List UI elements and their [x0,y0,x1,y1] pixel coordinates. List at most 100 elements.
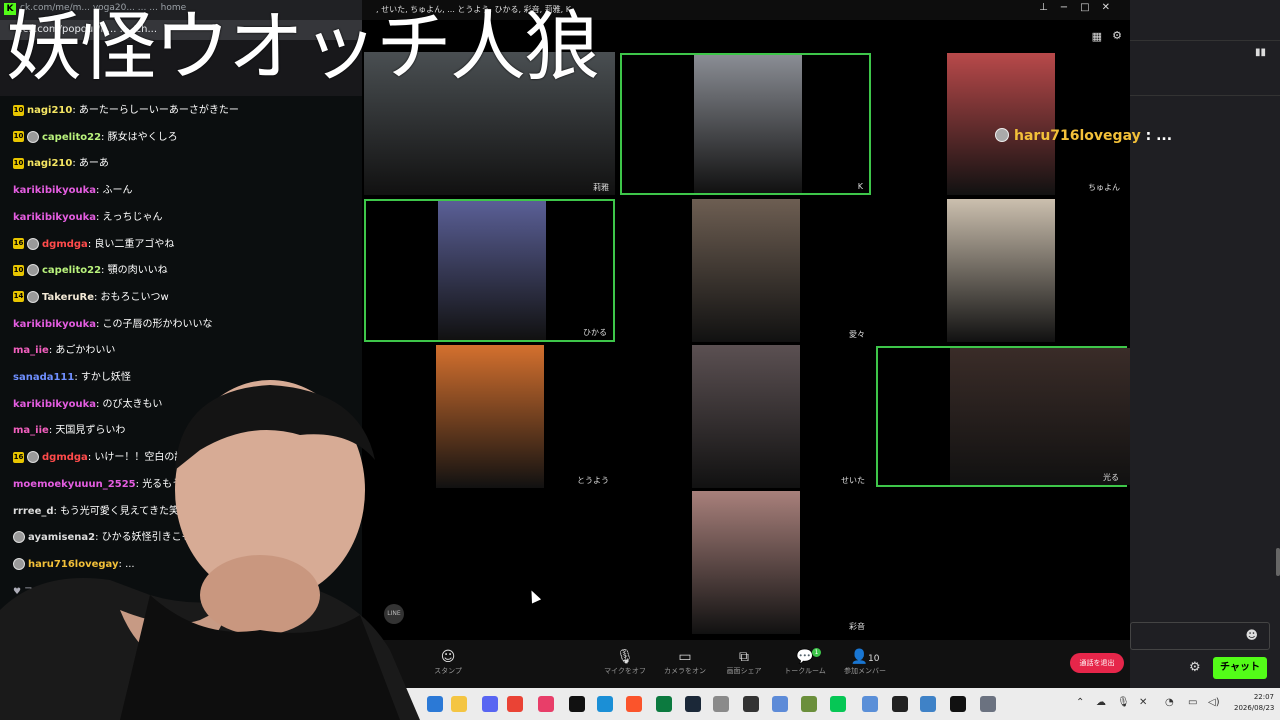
app-icon[interactable] [862,696,878,712]
window-controls[interactable]: ⊥−□✕ [1039,2,1122,13]
participant-tile[interactable]: 光る [876,346,1130,487]
button-label: マイクをオフ [604,667,646,675]
emoji-icon[interactable]: ☻ [1245,628,1258,642]
scrollbar-thumb[interactable] [1276,548,1280,576]
app-icon[interactable] [920,696,936,712]
users-icon[interactable]: ▮▮ [1255,47,1266,58]
line-icon[interactable] [830,696,846,712]
tray-chevron-icon[interactable]: ⌃ [1076,697,1084,708]
stamp-icon: ☺ [440,649,456,665]
chat-username[interactable]: capelito22 [42,132,101,143]
participant-name: 莉雅 [593,183,609,192]
divider [1130,95,1280,96]
windows-icon[interactable] [427,696,443,712]
clock-time: 22:07 [1253,693,1274,701]
app-icon[interactable] [538,696,554,712]
app-icon[interactable] [772,696,788,712]
tray-volume-icon[interactable]: ◁) [1208,697,1220,708]
stream-title-overlay: 妖怪ウオッチ人狼 [6,2,600,91]
app-icon[interactable] [713,696,729,712]
chat-message: karikibikyouka: ふーん [13,183,133,199]
button-label: 画面シェア [726,667,762,675]
participant-name: 愛々 [849,330,865,339]
subscriber-badge-icon: 10 [13,104,24,116]
chat-text: あーあ [78,158,109,170]
grid-view-icon[interactable]: ▦ [1092,30,1102,43]
discord-icon[interactable] [482,696,498,712]
participant-video [694,55,802,193]
subscriber-badge-icon: 16 [13,238,24,249]
chat-username[interactable]: karikibikyouka [13,319,96,330]
chat-message: 10 nagi210: あーあ [13,156,109,172]
app-icon[interactable] [597,696,613,712]
participant-tile[interactable]: ひかる [364,199,615,342]
talk-room-button[interactable]: 💬 トークルーム [775,648,835,676]
participant-tile[interactable]: せいた [620,345,871,488]
participant-tile[interactable]: ちゅよん [875,53,1126,195]
taskbar-clock[interactable]: 22:07 2026/08/23 [1234,692,1274,714]
folder-icon[interactable] [451,696,467,712]
members-button[interactable]: 👤10 参加メンバー [835,648,895,676]
chat-send-button[interactable]: チャット [1213,657,1267,679]
screen: K ck.com/me/m... yoga20... ... ... home … [0,0,1280,720]
participant-tile[interactable] [875,199,1126,342]
chat-username[interactable]: ma_iie [13,345,49,356]
user-avatar-icon [27,130,39,143]
mic-off-button[interactable]: 🎙 マイクをオフ [595,648,655,676]
chat-username[interactable]: dgmdga [42,239,88,250]
chat-message: 14 TakeruRe: おもろこいつw [13,290,169,306]
subscriber-badge-icon: 10 [13,264,24,276]
participant-name: せいた [841,476,865,485]
members-icon: 👤10 [850,649,880,665]
chat-text: 豚女はやくしろ [107,131,178,143]
chat-message: 10 capelito22: 顎の肉いいね [13,263,168,279]
talk-room-icon: 💬 [796,649,814,665]
chat-text: 良い二重アゴやね [94,238,175,250]
chat-message: 16 dgmdga: 良い二重アゴやね [13,237,174,253]
settings-icon[interactable]: ⚙ [1112,29,1122,42]
chat-username[interactable]: TakeruRe [42,292,94,303]
steam-icon[interactable] [685,696,701,712]
camera-on-button[interactable]: ▭ カメラをオン [655,648,715,676]
chat-username[interactable]: karikibikyouka [13,185,96,196]
app-icon[interactable] [950,696,966,712]
unreal-icon[interactable] [892,696,908,712]
chat-username[interactable]: capelito22 [42,265,101,276]
chat-settings-icon[interactable]: ⚙ [1189,660,1201,675]
participant-tile[interactable]: 彩音 [620,491,871,634]
chat-username[interactable]: karikibikyouka [13,212,96,223]
participant-name: 光る [1103,473,1119,482]
participant-video [950,348,1130,485]
chat-username[interactable]: nagi210 [27,105,72,116]
tray-x-icon[interactable]: ✕ [1139,697,1147,708]
tray-cloud-icon[interactable]: ☁ [1096,697,1106,708]
gear-icon[interactable] [980,696,996,712]
participant-tile[interactable]: K [620,53,871,195]
mic-off-icon: 🎙 [616,649,634,665]
participant-video [692,491,800,634]
chat-username[interactable]: nagi210 [27,158,72,169]
participant-name: とうよう [577,476,609,485]
tray-monitor-icon[interactable]: ▭ [1188,697,1197,708]
obs-icon[interactable] [743,696,759,712]
participant-video [947,53,1055,195]
screen-share-button[interactable]: ⧉ 画面シェア [714,648,774,676]
subscriber-badge-icon: 14 [13,291,24,303]
button-label: トークルーム [784,667,826,675]
minecraft-icon[interactable] [801,696,817,712]
participant-name: K [857,182,863,191]
chrome-icon[interactable] [507,696,523,712]
chat-text: えっちじゃん [102,211,163,223]
tray-mic-icon[interactable]: 🎙 [1117,697,1130,708]
background-browser-panel: ▮▮ ☻ [1130,0,1280,688]
tray-wifi-icon[interactable]: ◔ [1165,697,1174,708]
brave-icon[interactable] [626,696,642,712]
tiktok-icon[interactable] [569,696,585,712]
haru-chat-overlay: haru716lovegay : ... [995,128,1172,144]
app-icon[interactable] [656,696,672,712]
stamp-button[interactable]: ☺ スタンプ [418,648,478,676]
leave-call-button[interactable]: 通話を退出 [1070,653,1124,673]
participant-video [692,199,800,342]
participant-tile[interactable]: 愛々 [620,199,871,342]
button-label: カメラをオン [664,667,706,675]
